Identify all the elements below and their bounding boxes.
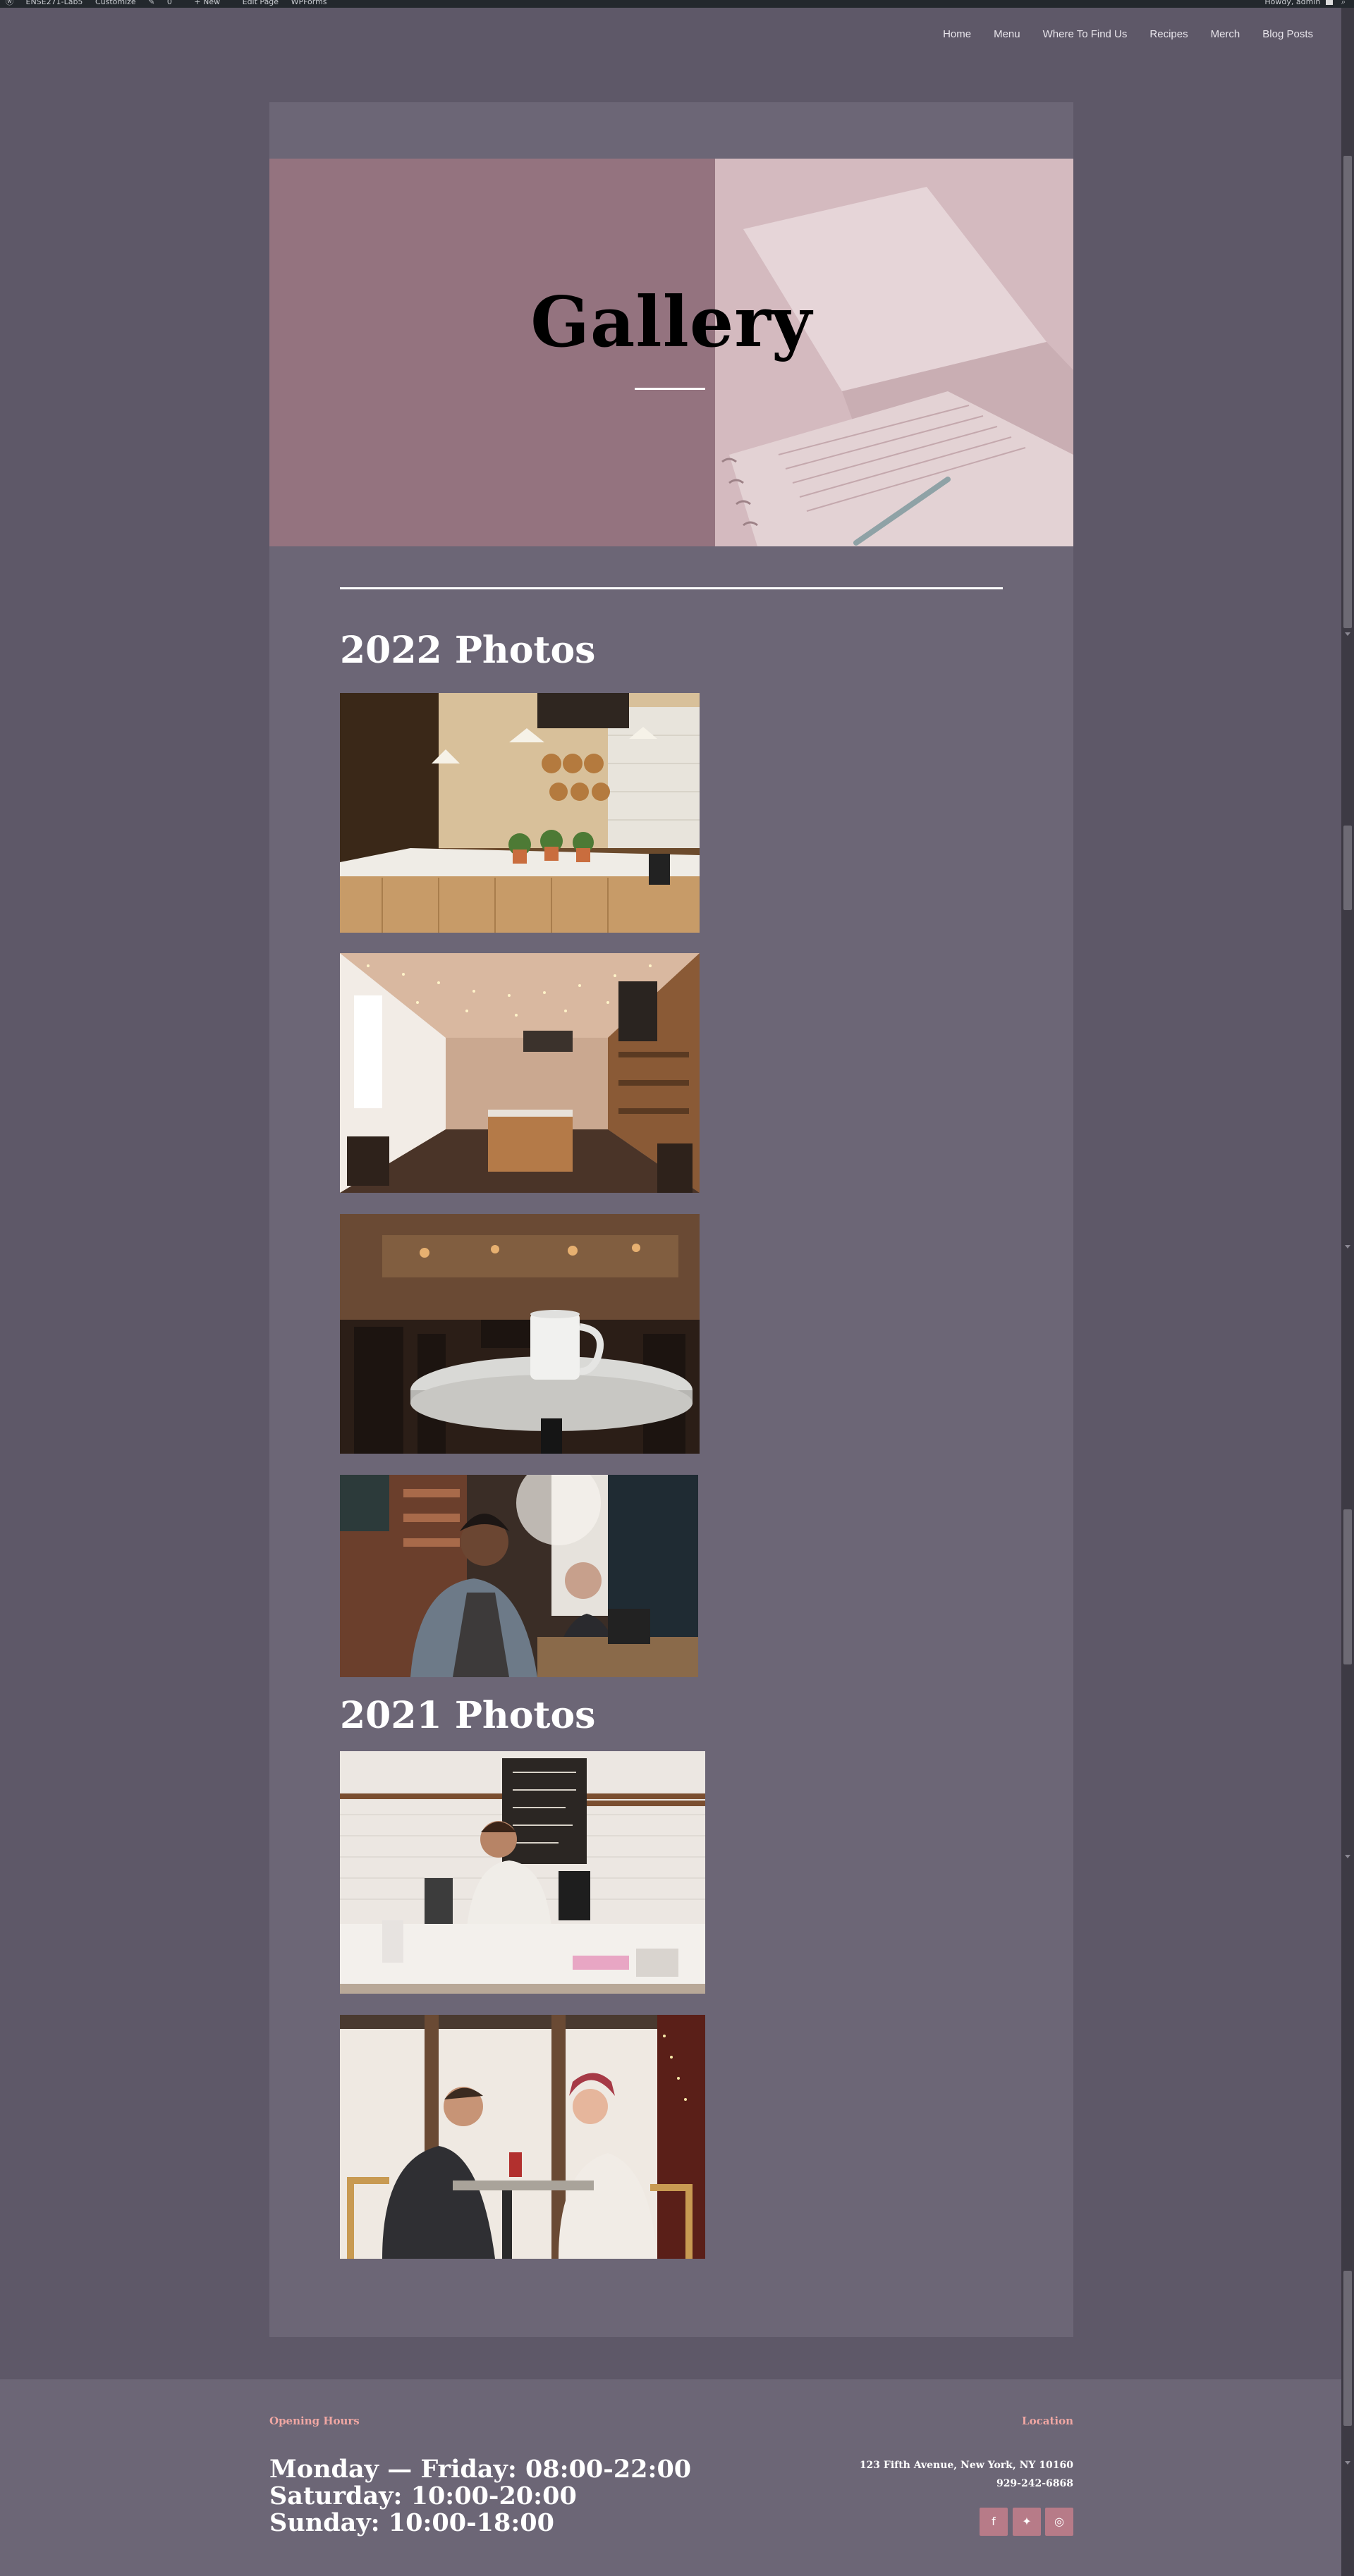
gallery-photo[interactable]: [340, 2015, 705, 2259]
admin-site-name[interactable]: ENSE271-Lab5: [26, 0, 83, 6]
gallery-photo[interactable]: [340, 693, 700, 933]
opening-hours-heading: Opening Hours: [269, 2415, 360, 2427]
title-underline: [635, 388, 705, 390]
hours-weekdays: Monday — Friday: 08:00-22:00: [269, 2455, 692, 2484]
facebook-button[interactable]: f: [980, 2508, 1008, 2536]
scrollbar-marker: [1345, 1855, 1350, 1858]
gallery-photo[interactable]: [340, 1475, 698, 1677]
scrollbar-thumb[interactable]: [1343, 1509, 1352, 1664]
scrollbar[interactable]: [1341, 8, 1354, 2576]
gallery-photo[interactable]: [340, 1751, 705, 1994]
search-icon[interactable]: ⌕: [1341, 0, 1346, 6]
phone-number: 929-242-6868: [996, 2478, 1073, 2489]
scrollbar-marker: [1345, 1245, 1350, 1249]
site-footer: Opening Hours Monday — Friday: 08:00-22:…: [0, 2379, 1341, 2576]
hours-saturday: Saturday: 10:00-20:00: [269, 2482, 577, 2510]
admin-edit-page[interactable]: Edit Page: [243, 0, 279, 6]
scrollbar-marker: [1345, 2461, 1350, 2465]
admin-new[interactable]: + New: [194, 0, 230, 6]
instagram-icon: ◎: [1054, 2515, 1064, 2528]
comment-icon: ✎: [148, 0, 155, 6]
scrollbar-thumb[interactable]: [1343, 2271, 1352, 2426]
main-nav: Home Menu Where To Find Us Recipes Merch Blog…: [920, 28, 1313, 40]
gallery-photo[interactable]: [340, 1214, 700, 1454]
facebook-icon: f: [992, 2515, 996, 2528]
nav-where-to-find-us[interactable]: Where To Find Us: [1043, 28, 1128, 40]
scrollbar-marker: [1345, 632, 1350, 636]
nav-recipes[interactable]: Recipes: [1149, 28, 1188, 40]
admin-customize[interactable]: Customize: [95, 0, 136, 6]
twitter-icon: ✦: [1022, 2515, 1032, 2528]
admin-new-label: New: [203, 0, 221, 6]
admin-bar: ⓦ ENSE271-Lab5 Customize ✎ 0 + New Edit …: [0, 0, 1354, 8]
section-heading-2022: 2022 Photos: [340, 629, 596, 672]
admin-howdy[interactable]: Howdy, admin: [1264, 0, 1320, 6]
admin-comments[interactable]: ✎ 0: [148, 0, 182, 6]
admin-wpforms[interactable]: WPForms: [291, 0, 327, 6]
nav-menu[interactable]: Menu: [994, 28, 1020, 40]
twitter-button[interactable]: ✦: [1013, 2508, 1041, 2536]
divider: [340, 587, 1003, 589]
scrollbar-thumb[interactable]: [1343, 156, 1352, 628]
scrollbar-thumb[interactable]: [1343, 826, 1352, 910]
page-title: Gallery: [530, 282, 812, 363]
gallery-photo[interactable]: [340, 953, 700, 1193]
hours-sunday: Sunday: 10:00-18:00: [269, 2508, 554, 2537]
nav-blog-posts[interactable]: Blog Posts: [1262, 28, 1313, 40]
nav-merch[interactable]: Merch: [1211, 28, 1240, 40]
location-heading: Location: [1022, 2415, 1073, 2427]
instagram-button[interactable]: ◎: [1045, 2508, 1073, 2536]
address: 123 Fifth Avenue, New York, NY 10160: [859, 2460, 1073, 2471]
section-heading-2021: 2021 Photos: [340, 1694, 596, 1737]
wordpress-logo-icon[interactable]: ⓦ: [6, 0, 13, 6]
nav-home[interactable]: Home: [943, 28, 971, 40]
avatar[interactable]: [1326, 0, 1334, 5]
admin-comments-count: 0: [166, 0, 172, 6]
page-hero: Gallery: [269, 159, 1073, 546]
content-card: Gallery 2022 Photos 2021 Photos: [269, 102, 1073, 2337]
